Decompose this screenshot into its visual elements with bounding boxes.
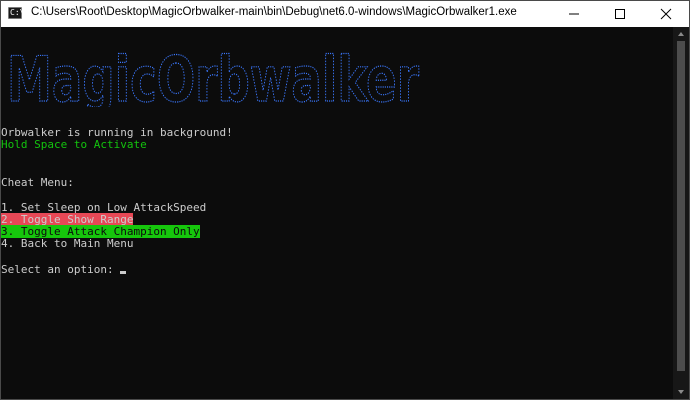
maximize-button[interactable]	[597, 1, 643, 27]
chevron-up-icon	[678, 32, 684, 36]
vertical-scrollbar[interactable]	[673, 27, 689, 399]
scroll-up-button[interactable]	[673, 27, 689, 41]
close-button[interactable]	[643, 1, 689, 27]
console-window: C:\ C:\Users\Root\Desktop\MagicOrbwalker…	[0, 0, 690, 400]
minimize-icon	[569, 13, 579, 15]
text-cursor	[120, 271, 127, 274]
input-prompt[interactable]: Select an option:	[1, 263, 127, 276]
scroll-down-button[interactable]	[673, 385, 689, 399]
banner-text: MagicOrbwalker	[7, 47, 419, 107]
close-icon	[660, 8, 672, 20]
console-output[interactable]: MagicOrbwalker Orbwalker is running in b…	[1, 27, 673, 399]
minimize-button[interactable]	[551, 1, 597, 27]
chevron-down-icon	[678, 390, 684, 394]
hint-line: Hold Space to Activate	[1, 138, 147, 151]
window-title: C:\Users\Root\Desktop\MagicOrbwalker-mai…	[31, 6, 517, 18]
console-app-icon: C:\	[8, 7, 25, 19]
title-bar[interactable]: C:\ C:\Users\Root\Desktop\MagicOrbwalker…	[1, 1, 689, 27]
magicorbwalker-ascii-banner: MagicOrbwalker	[7, 47, 420, 107]
maximize-icon	[615, 9, 625, 19]
menu-title: Cheat Menu:	[1, 176, 74, 189]
menu-option-4: 4. Back to Main Menu	[1, 237, 134, 250]
scrollbar-thumb[interactable]	[677, 41, 685, 371]
prompt-text: Select an option:	[1, 263, 121, 276]
